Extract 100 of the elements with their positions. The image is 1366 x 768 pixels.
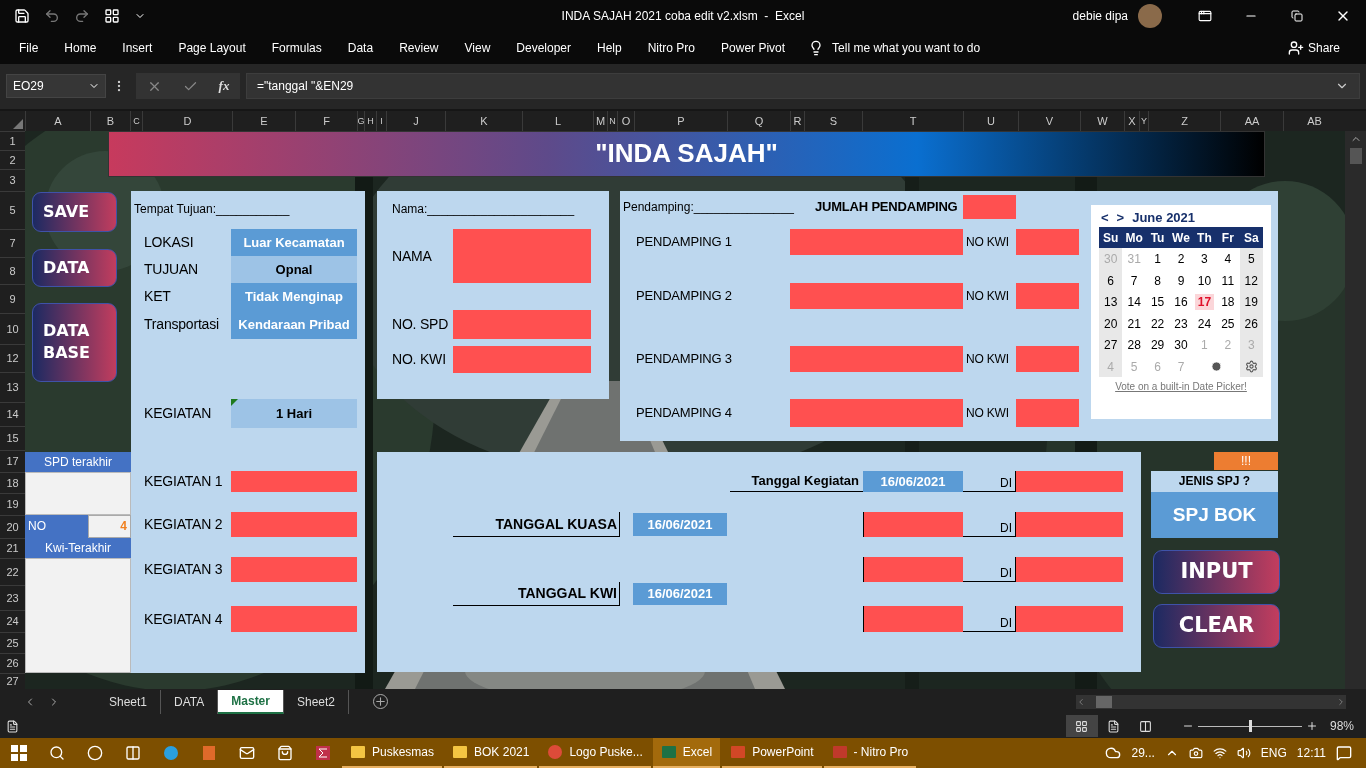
tell-me-search[interactable]: Tell me what you want to do [832, 40, 981, 55]
select-all-icon[interactable] [13, 118, 23, 129]
search-icon[interactable] [49, 745, 65, 761]
column-header[interactable]: N [607, 110, 617, 131]
scroll-thumb[interactable] [1349, 147, 1362, 164]
input-field[interactable] [790, 282, 963, 309]
ribbon-tab[interactable]: Developer [507, 35, 580, 60]
column-header[interactable]: Y [1139, 110, 1148, 131]
notification-icon[interactable] [1336, 745, 1352, 761]
ribbon-tab[interactable]: Page Layout [169, 35, 255, 60]
macro-button[interactable]: DATA [32, 248, 117, 287]
zoom-in-icon[interactable] [1305, 720, 1318, 733]
taskbar-item[interactable]: Puskesmas [342, 738, 443, 768]
input-field[interactable] [1016, 556, 1123, 582]
input-field[interactable] [1016, 605, 1123, 632]
column-header[interactable]: U [963, 110, 1018, 131]
action-button[interactable]: CLEAR [1153, 603, 1280, 648]
input-field[interactable] [963, 194, 1016, 219]
column-header[interactable]: G [357, 110, 364, 131]
macro-button[interactable]: SAVE [32, 191, 117, 232]
ribbon-tab[interactable]: Power Pivot [712, 35, 795, 60]
camera-icon[interactable] [1188, 746, 1203, 760]
ribbon-tab[interactable]: Data [338, 35, 383, 60]
column-header[interactable]: I [376, 110, 386, 131]
column-header[interactable]: K [445, 110, 522, 131]
date-picker-link[interactable]: Vote on a built-in Date Picker! [1115, 381, 1247, 393]
insert-function-button[interactable]: fx [218, 78, 230, 95]
sheet-tab[interactable]: Sheet2 [283, 689, 349, 714]
input-field[interactable] [453, 228, 591, 283]
input-field[interactable] [1016, 282, 1079, 309]
calendar-day[interactable]: 13 [1099, 291, 1123, 313]
sheet-tab[interactable]: Master [218, 689, 284, 714]
network-icon[interactable] [1212, 746, 1227, 760]
column-header[interactable]: T [862, 110, 963, 131]
input-field[interactable] [453, 345, 591, 373]
column-header[interactable]: Z [1148, 110, 1220, 131]
mail-icon[interactable] [239, 745, 255, 761]
undo-icon[interactable] [44, 8, 60, 24]
calendar-day[interactable]: 20 [1099, 312, 1123, 335]
input-field[interactable] [231, 605, 357, 632]
column-header[interactable]: H [364, 110, 376, 131]
input-field[interactable] [863, 605, 963, 632]
windows-icon[interactable] [11, 745, 27, 761]
column-header[interactable]: S [804, 110, 862, 131]
column-header[interactable]: X [1124, 110, 1139, 131]
input-field[interactable] [1016, 511, 1123, 537]
calendar-day[interactable]: 27 [1099, 334, 1123, 356]
input-field[interactable] [790, 228, 963, 255]
input-field[interactable] [231, 511, 357, 537]
column-header[interactable]: V [1018, 110, 1080, 131]
column-header[interactable]: AA [1220, 110, 1283, 131]
input-field[interactable] [231, 556, 357, 582]
redo-icon[interactable] [74, 8, 90, 24]
input-field[interactable] [863, 556, 963, 582]
input-field[interactable] [790, 345, 963, 372]
ribbon-tab[interactable]: Formulas [262, 35, 331, 60]
macro-button[interactable]: DATA BASE [32, 302, 117, 382]
input-field[interactable] [790, 398, 963, 427]
vertical-scrollbar[interactable] [1345, 130, 1366, 689]
calendar-day[interactable]: 17 [1192, 291, 1217, 313]
ribbon-tab[interactable]: Home [55, 35, 106, 60]
ribbon-tab[interactable]: View [455, 35, 500, 60]
column-header[interactable]: L [522, 110, 593, 131]
column-header[interactable]: C [130, 110, 142, 131]
sigma-icon[interactable] [315, 745, 331, 761]
volume-icon[interactable] [1236, 746, 1251, 760]
clock-icon[interactable] [1210, 361, 1222, 373]
formula-field[interactable]: ="tanggal "&EN29 [246, 73, 1360, 100]
ribbon-tab[interactable]: Help [588, 35, 631, 60]
column-header[interactable]: E [232, 110, 295, 131]
column-header[interactable]: P [634, 110, 727, 131]
save-icon[interactable] [14, 8, 30, 24]
ribbon-tab[interactable]: Insert [113, 35, 162, 60]
store-icon[interactable] [277, 745, 293, 761]
calendar-day[interactable]: 19 [1239, 291, 1263, 313]
next-month-button[interactable]: > [1116, 210, 1125, 226]
column-header[interactable]: M [593, 110, 607, 131]
weather-icon[interactable] [1105, 745, 1122, 761]
taskbar-item[interactable]: BOK 2021 [444, 738, 538, 768]
calendar-day[interactable]: 6 [1099, 269, 1123, 292]
calendar-day[interactable]: 5 [1239, 248, 1263, 270]
zoom-slider[interactable] [1248, 719, 1252, 732]
input-field[interactable] [1016, 345, 1079, 372]
column-header[interactable]: F [295, 110, 357, 131]
circle-icon[interactable] [87, 745, 103, 761]
column-header[interactable]: J [386, 110, 445, 131]
view-button[interactable] [1065, 715, 1098, 738]
column-header[interactable]: B [90, 110, 130, 131]
horizontal-scrollbar[interactable] [1076, 694, 1346, 709]
ribbon-tab[interactable]: Review [390, 35, 448, 60]
input-field[interactable] [1016, 398, 1079, 427]
column-header[interactable]: O [617, 110, 634, 131]
previous-month-button[interactable]: < [1101, 210, 1109, 226]
taskbar-item[interactable]: - Nitro Pro [823, 738, 917, 768]
input-field[interactable] [863, 511, 963, 537]
input-field[interactable] [231, 470, 357, 492]
column-header[interactable]: D [142, 110, 232, 131]
macro-recording-icon[interactable] [6, 719, 19, 733]
sheet-tab[interactable]: Sheet1 [96, 689, 162, 714]
name-box[interactable]: EO29 [6, 74, 106, 99]
